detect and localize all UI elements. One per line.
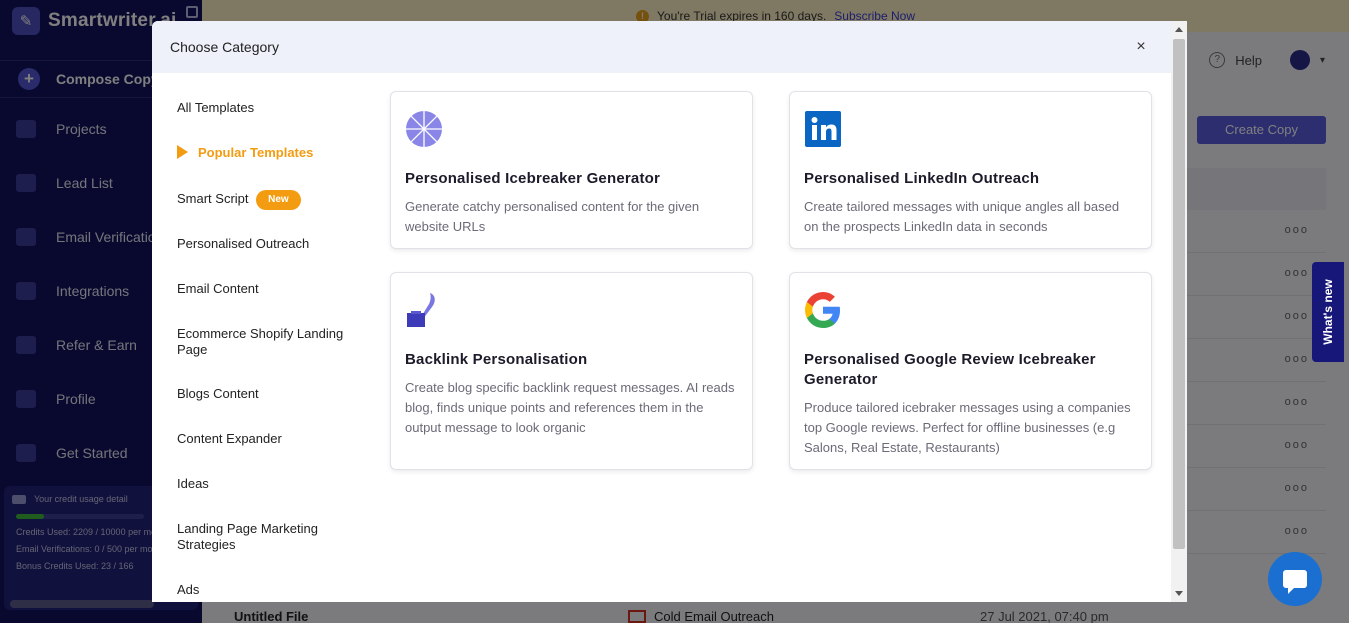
card-description: Create blog specific backlink request me…	[405, 380, 735, 435]
google-icon	[805, 292, 840, 328]
template-card-icebreaker[interactable]: Personalised Icebreaker Generator Genera…	[390, 91, 753, 249]
modal-title: Choose Category	[170, 39, 279, 55]
choose-category-modal: Choose Category × All Templates Popular …	[152, 21, 1171, 602]
category-label: Ideas	[177, 476, 209, 491]
card-description: Create tailored messages with unique ang…	[804, 199, 1120, 234]
category-ads[interactable]: Ads	[177, 582, 367, 598]
category-all-templates[interactable]: All Templates	[177, 100, 367, 116]
new-badge: New	[256, 190, 301, 210]
chat-icon	[1283, 570, 1307, 594]
category-label: Landing Page Marketing Strategies	[177, 521, 318, 552]
template-card-linkedin[interactable]: Personalised LinkedIn Outreach Create ta…	[789, 91, 1152, 249]
modal-scrollbar[interactable]	[1171, 21, 1187, 602]
card-description: Generate catchy personalised content for…	[405, 199, 700, 234]
category-content-expander[interactable]: Content Expander	[177, 431, 367, 447]
category-email-content[interactable]: Email Content	[177, 281, 367, 297]
category-label: Smart Script	[177, 191, 249, 206]
category-ideas[interactable]: Ideas	[177, 476, 367, 492]
scroll-down-icon[interactable]	[1175, 591, 1183, 596]
category-popular-templates[interactable]: Popular Templates	[177, 145, 367, 161]
card-title: Backlink Personalisation	[405, 351, 588, 368]
close-icon[interactable]: ×	[1131, 37, 1151, 57]
category-ecommerce-shopify[interactable]: Ecommerce Shopify Landing Page	[177, 326, 352, 358]
category-label: Ecommerce Shopify Landing Page	[177, 326, 344, 357]
category-label: Personalised Outreach	[177, 236, 310, 251]
card-title: Personalised LinkedIn Outreach	[804, 170, 1040, 187]
category-personalised-outreach[interactable]: Personalised Outreach	[177, 236, 367, 252]
category-smart-script[interactable]: Smart Script New	[177, 190, 367, 210]
play-icon	[177, 145, 188, 159]
scrollbar-thumb[interactable]	[1173, 39, 1185, 549]
category-label: Content Expander	[177, 431, 282, 446]
quill-ink-icon	[407, 293, 435, 327]
chat-button[interactable]	[1268, 552, 1322, 606]
card-title: Personalised Google Review Icebreaker Ge…	[804, 351, 1096, 388]
whats-new-tab[interactable]: What's new	[1312, 262, 1344, 362]
category-label: All Templates	[177, 100, 255, 115]
template-card-google-review[interactable]: Personalised Google Review Icebreaker Ge…	[789, 272, 1152, 470]
category-label: Ads	[177, 582, 200, 597]
template-card-backlink[interactable]: Backlink Personalisation Create blog spe…	[390, 272, 753, 470]
card-title: Personalised Icebreaker Generator	[405, 170, 661, 187]
category-label: Popular Templates	[198, 145, 314, 160]
card-description: Produce tailored icebraker messages usin…	[804, 400, 1131, 455]
icebreaker-wheel-icon	[406, 111, 442, 147]
whats-new-label: What's new	[1321, 279, 1335, 345]
scroll-up-icon[interactable]	[1175, 27, 1183, 32]
linkedin-icon	[805, 111, 841, 147]
category-label: Blogs Content	[177, 386, 259, 401]
category-label: Email Content	[177, 281, 259, 296]
category-landing-page-marketing[interactable]: Landing Page Marketing Strategies	[177, 521, 327, 553]
modal-header: Choose Category ×	[152, 21, 1171, 73]
category-blogs-content[interactable]: Blogs Content	[177, 386, 367, 402]
